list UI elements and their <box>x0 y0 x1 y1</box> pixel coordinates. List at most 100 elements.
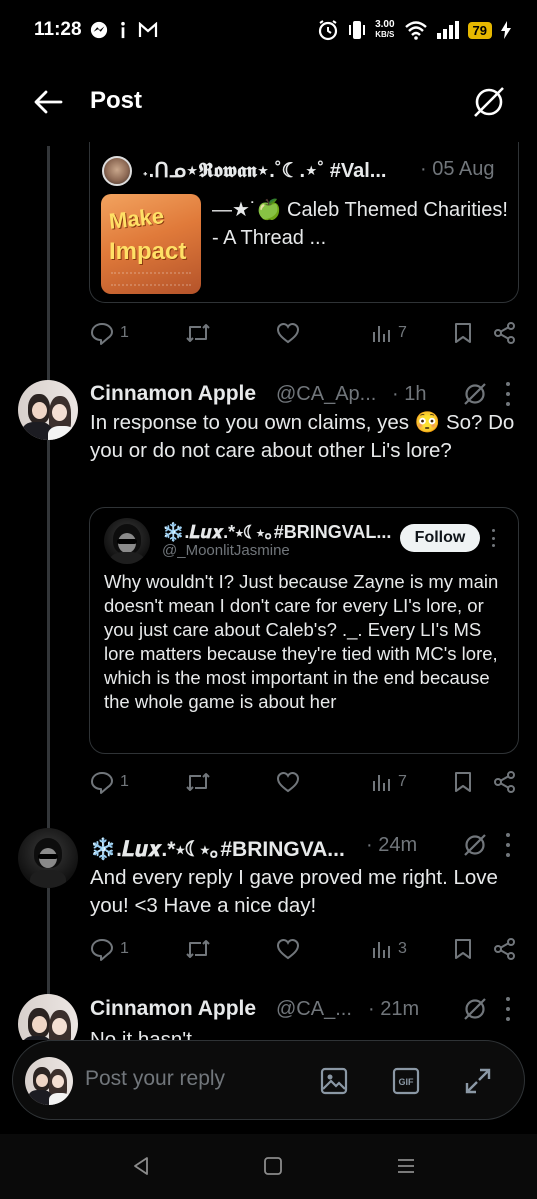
author-handle[interactable]: @CA_... <box>276 998 352 1021</box>
reply-tweet[interactable]: Cinnamon Apple @CA_... · 21m No it hasn'… <box>0 994 537 1040</box>
heart-icon <box>276 322 300 344</box>
net-speed-value: 3.00 <box>375 19 395 30</box>
quoted-post-author-handle[interactable]: @_MoonlitJasmine <box>162 542 290 559</box>
views-button[interactable]: 3 <box>372 934 407 964</box>
arrow-left-icon <box>34 90 63 114</box>
gif-icon: GIF <box>392 1067 420 1095</box>
reply-button[interactable]: 1 <box>90 934 129 964</box>
quoted-post-card[interactable]: ˖.ᑎᓄ⋆𝕽𝖔𝖜𝖆𝖓⋆.˚☾.⋆˚ #Val... · 05 Aug Make … <box>89 142 519 303</box>
bookmark-button[interactable] <box>454 318 472 348</box>
thumbnail-title-1: Make <box>107 203 166 234</box>
grok-button[interactable] <box>461 831 489 859</box>
views-count: 7 <box>398 324 407 341</box>
avatar[interactable] <box>18 994 78 1040</box>
reply-input[interactable]: Post your reply <box>85 1067 225 1091</box>
more-options-button[interactable] <box>503 833 513 857</box>
avatar[interactable] <box>18 380 78 440</box>
grok-button[interactable] <box>461 995 489 1023</box>
more-options-button[interactable] <box>490 529 496 547</box>
bookmark-icon <box>455 323 471 343</box>
quoted-post-card[interactable]: ❄️.𝑳𝒖𝒙.*⋆☾⋆｡#BRINGVAL... @_MoonlitJasmin… <box>89 507 519 754</box>
quoted-post-avatar <box>102 156 132 186</box>
status-bar: 11:28 3.00 KB/S 79 <box>0 0 537 62</box>
author-name[interactable]: ❄️.𝑳𝒖𝒙.*⋆☾⋆｡#BRINGVA... <box>90 833 345 863</box>
reply-icon <box>91 772 113 794</box>
svg-text:GIF: GIF <box>399 1077 415 1087</box>
nav-back-button[interactable] <box>126 1154 156 1178</box>
share-icon <box>494 938 515 960</box>
post-actions-row: 1 7 <box>90 767 520 797</box>
repost-button[interactable] <box>185 934 211 964</box>
my-avatar <box>25 1057 73 1105</box>
post-text: In response to you own claims, yes 😳 So?… <box>90 411 515 462</box>
page-title: Post <box>90 87 143 114</box>
follow-button[interactable]: Follow <box>400 524 480 552</box>
bookmark-icon <box>455 772 471 792</box>
heart-icon <box>276 938 300 960</box>
app-header: Post <box>0 62 537 142</box>
thumbnail-decoration <box>111 272 191 286</box>
views-button[interactable]: 7 <box>372 767 407 797</box>
views-icon <box>373 326 390 342</box>
grok-button[interactable] <box>461 380 489 408</box>
bookmark-button[interactable] <box>454 934 472 964</box>
views-count: 3 <box>398 940 407 957</box>
nav-recents-button[interactable] <box>391 1154 421 1178</box>
grok-icon <box>464 834 486 856</box>
post-text: And every reply I gave proved me right. … <box>90 866 498 917</box>
views-icon <box>373 775 390 791</box>
nav-home-button[interactable] <box>258 1154 288 1178</box>
signal-icon <box>436 21 459 39</box>
net-speed: 3.00 KB/S <box>375 20 394 40</box>
grok-button[interactable] <box>469 82 509 122</box>
share-icon <box>494 771 515 793</box>
author-handle[interactable]: @CA_Ap... <box>276 383 376 406</box>
add-image-button[interactable] <box>318 1065 350 1097</box>
more-options-button[interactable] <box>503 997 513 1021</box>
quoted-post-thumbnail[interactable]: Make Impact <box>101 194 201 294</box>
avatar[interactable] <box>18 828 78 888</box>
status-notification-icons <box>90 21 158 39</box>
bookmark-icon <box>455 939 471 959</box>
post-actions-row: 1 7 <box>90 318 520 348</box>
more-options-button[interactable] <box>503 382 513 406</box>
author-name[interactable]: Cinnamon Apple <box>90 382 256 406</box>
repost-button[interactable] <box>185 767 211 797</box>
author-name[interactable]: Cinnamon Apple <box>90 997 256 1021</box>
views-count: 7 <box>398 773 407 790</box>
expand-composer-button[interactable] <box>462 1065 494 1097</box>
menu-recents-icon <box>398 1159 414 1173</box>
vibrate-icon <box>349 21 366 39</box>
add-gif-button[interactable]: GIF <box>390 1065 422 1097</box>
quoted-post-author-name[interactable]: ❄️.𝑳𝒖𝒙.*⋆☾⋆｡#BRINGVAL... <box>162 518 391 544</box>
views-icon <box>373 942 390 958</box>
reply-composer[interactable]: Post your reply GIF <box>12 1040 525 1120</box>
like-button[interactable] <box>276 767 300 797</box>
share-button[interactable] <box>494 318 516 348</box>
grok-icon <box>464 998 486 1020</box>
gmail-icon <box>138 22 158 37</box>
status-system-icons: 3.00 KB/S 79 <box>317 19 511 41</box>
bookmark-button[interactable] <box>454 767 472 797</box>
expand-icon <box>465 1068 491 1094</box>
battery-level: 79 <box>467 21 492 39</box>
quoted-post-avatar[interactable] <box>104 518 150 564</box>
reply-button[interactable]: 1 <box>90 318 129 348</box>
repost-icon <box>186 940 210 958</box>
status-time: 11:28 <box>34 19 82 40</box>
messenger-icon <box>90 21 108 39</box>
back-button[interactable] <box>30 84 66 120</box>
repost-icon <box>186 324 210 342</box>
share-icon <box>494 322 515 344</box>
net-speed-unit: KB/S <box>375 30 395 39</box>
reply-button[interactable]: 1 <box>90 767 129 797</box>
post-actions-row: 1 3 <box>90 934 520 964</box>
views-button[interactable]: 7 <box>372 318 407 348</box>
like-button[interactable] <box>276 318 300 348</box>
repost-button[interactable] <box>185 318 211 348</box>
like-button[interactable] <box>276 934 300 964</box>
reply-icon <box>91 939 113 961</box>
share-button[interactable] <box>494 934 516 964</box>
share-button[interactable] <box>494 767 516 797</box>
reply-count: 1 <box>120 773 129 790</box>
